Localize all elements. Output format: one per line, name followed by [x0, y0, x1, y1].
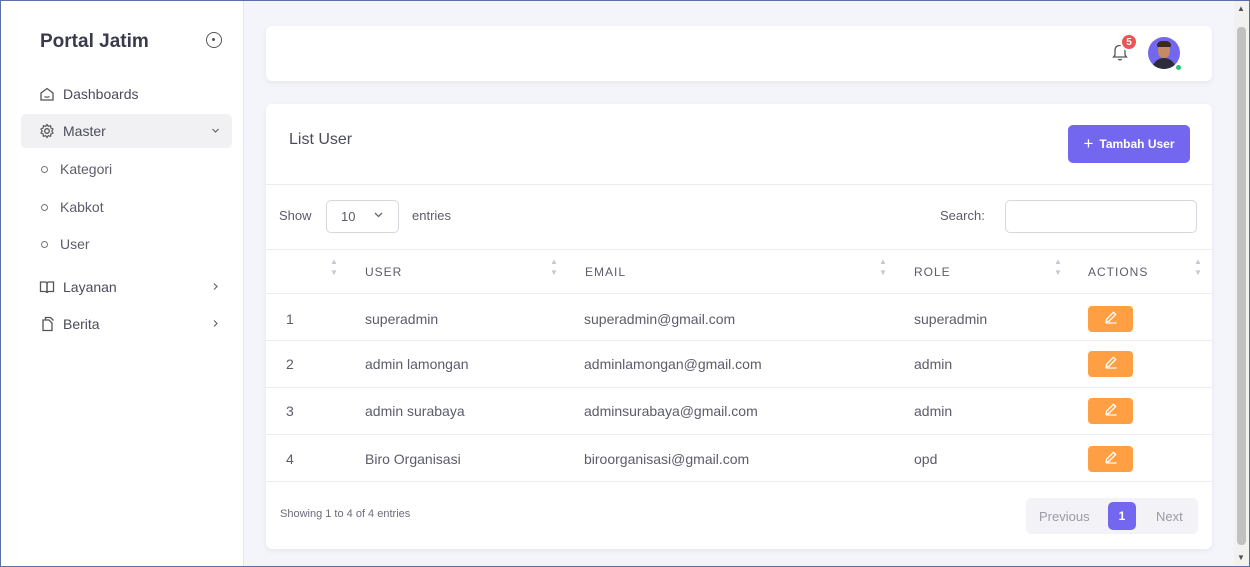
brand-title: Portal Jatim: [40, 31, 149, 52]
add-user-button[interactable]: + Tambah User: [1068, 125, 1190, 163]
sidebar-subitem-user[interactable]: User: [21, 229, 232, 259]
edit-button[interactable]: [1088, 351, 1133, 377]
sort-arrows-icon[interactable]: ▲ ▼: [330, 256, 338, 278]
entries-label: entries: [412, 208, 452, 223]
add-user-label: Tambah User: [1099, 137, 1175, 151]
divider: [266, 184, 1212, 185]
sidebar-subitem-label: User: [60, 236, 90, 252]
edit-icon: [1104, 355, 1118, 374]
edit-icon: [1104, 402, 1118, 421]
column-header-user[interactable]: USER: [365, 265, 402, 279]
sidebar-item-dashboards[interactable]: Dashboards: [21, 77, 232, 111]
cell-user: Biro Organisasi: [365, 451, 461, 467]
row-number: 2: [286, 356, 294, 372]
cell-role: admin: [914, 356, 953, 372]
sidebar-item-label: Dashboards: [63, 86, 139, 102]
sidebar-subitem-kategori[interactable]: Kategori: [21, 154, 232, 184]
cell-user: admin lamongan: [365, 356, 469, 372]
sidebar-subitem-label: Kabkot: [60, 199, 104, 215]
sidebar-item-layanan[interactable]: Layanan: [21, 270, 232, 304]
cell-email: biroorganisasi@gmail.com: [584, 451, 750, 467]
sort-arrows-icon[interactable]: ▲ ▼: [1054, 256, 1062, 278]
row-divider: [266, 434, 1212, 435]
sidebar-item-label: Berita: [63, 316, 100, 332]
sidebar-subitem-label: Kategori: [60, 161, 113, 177]
user-list-card: List User + Tambah User Show 10 entries …: [266, 104, 1212, 549]
search-label: Search:: [940, 208, 985, 223]
edit-button[interactable]: [1088, 398, 1133, 424]
pagination-next[interactable]: Next: [1156, 509, 1183, 524]
edit-icon: [1104, 310, 1118, 329]
copy-icon: [39, 316, 55, 332]
gear-icon: [39, 123, 55, 139]
row-number: 4: [286, 451, 294, 467]
row-number: 1: [286, 311, 294, 327]
circle-icon: [41, 165, 48, 173]
row-divider: [266, 293, 1212, 294]
row-divider: [266, 340, 1212, 341]
chevron-down-icon: [211, 124, 220, 138]
sidebar-item-master[interactable]: Master: [21, 114, 232, 148]
table-top-border: [266, 249, 1212, 250]
page-length-value: 10: [341, 209, 356, 224]
show-label: Show: [279, 208, 312, 223]
scroll-down-icon[interactable]: ▼: [1237, 553, 1245, 562]
row-divider: [266, 387, 1212, 388]
column-header-email[interactable]: EMAIL: [585, 265, 626, 279]
circle-icon: [41, 240, 48, 248]
sidebar-item-label: Layanan: [63, 279, 117, 295]
sort-arrows-icon[interactable]: ▲ ▼: [879, 256, 887, 278]
cell-email: adminsurabaya@gmail.com: [584, 403, 758, 419]
edit-icon: [1104, 450, 1118, 469]
chevron-right-icon: [211, 280, 220, 294]
pagination: Previous 1 Next: [1026, 498, 1198, 534]
page-length-select[interactable]: 10: [326, 200, 399, 233]
circle-icon: [41, 203, 48, 211]
sidebar-subitem-kabkot[interactable]: Kabkot: [21, 192, 232, 222]
column-header-role[interactable]: ROLE: [914, 265, 951, 279]
cell-email: adminlamongan@gmail.com: [584, 356, 762, 372]
column-header-actions: ACTIONS: [1088, 265, 1149, 279]
cell-role: admin: [914, 403, 953, 419]
cell-user: admin surabaya: [365, 403, 465, 419]
cell-role: superadmin: [914, 311, 988, 327]
sidebar-toggle-icon[interactable]: [206, 32, 222, 48]
top-navbar: 5: [266, 26, 1212, 81]
sidebar-item-berita[interactable]: Berita: [21, 307, 232, 341]
chevron-right-icon: [211, 317, 220, 331]
sort-arrows-icon[interactable]: ▲ ▼: [1194, 256, 1202, 278]
search-input[interactable]: [1005, 200, 1197, 233]
chevron-down-icon: [373, 209, 384, 223]
pagination-page-1[interactable]: 1: [1108, 502, 1136, 530]
sidebar-item-label: Master: [63, 123, 106, 139]
cell-user: superadmin: [365, 311, 439, 327]
card-title: List User: [289, 131, 353, 148]
plus-icon: +: [1083, 134, 1094, 153]
edit-button[interactable]: [1088, 306, 1133, 332]
sort-arrows-icon[interactable]: ▲ ▼: [550, 256, 558, 278]
row-divider: [266, 481, 1212, 482]
table-info: Showing 1 to 4 of 4 entries: [280, 508, 411, 520]
row-number: 3: [286, 403, 294, 419]
scrollbar-thumb[interactable]: [1237, 27, 1246, 545]
cell-email: superadmin@gmail.com: [584, 311, 736, 327]
cell-role: opd: [914, 451, 938, 467]
scroll-up-icon[interactable]: ▲: [1237, 4, 1245, 13]
page-scrollbar[interactable]: ▲ ▼: [1234, 1, 1249, 566]
home-icon: [39, 86, 55, 102]
online-status-indicator: [1174, 63, 1183, 72]
book-icon: [39, 279, 55, 295]
edit-button[interactable]: [1088, 446, 1133, 472]
pagination-previous[interactable]: Previous: [1039, 509, 1090, 524]
notification-badge: 5: [1120, 33, 1138, 51]
sidebar: Portal Jatim Dashboards Master Kategori …: [1, 1, 244, 566]
